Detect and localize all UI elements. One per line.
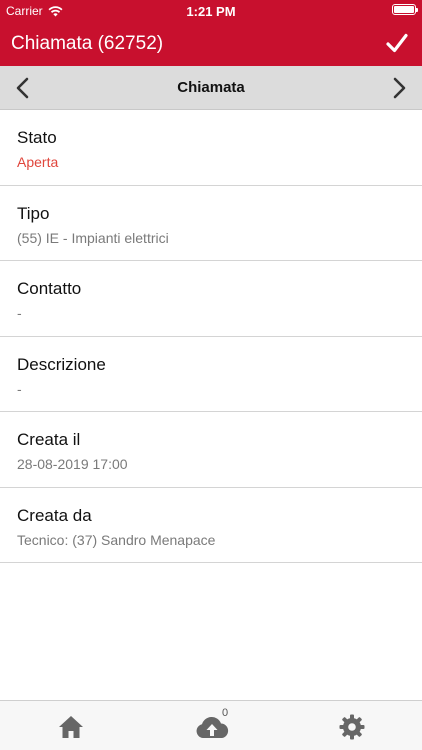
app: Carrier 1:21 PM Chiamata (62752) Chiamat [0,0,422,750]
page-title: Chiamata (62752) [11,33,164,54]
detail-list: Stato Aperta Tipo (55) IE - Impianti ele… [0,110,422,563]
field-label: Contatto [17,279,82,298]
checkmark-icon[interactable] [386,32,408,54]
status-time: 1:21 PM [186,4,236,19]
field-creata-il[interactable]: Creata il 28-08-2019 17:00 [0,412,422,488]
upload-count-badge: 0 [222,707,229,719]
field-label: Descrizione [17,354,106,374]
status-value: Aperta [17,154,59,170]
chevron-right-icon[interactable] [390,77,408,99]
field-creata-da[interactable]: Creata da Tecnico: (37) Sandro Menapace [0,488,422,563]
field-stato[interactable]: Stato Aperta [0,110,422,186]
app-header: Carrier 1:21 PM Chiamata (62752) [0,0,422,66]
status-bar: Carrier 1:21 PM [0,0,422,22]
status-right [392,4,418,15]
field-value: - [17,380,22,397]
home-icon[interactable] [57,713,85,741]
nav-bar: Chiamata (62752) [0,22,422,66]
record-navigator: Chiamata [0,66,422,110]
field-contatto[interactable]: Contatto - [0,261,422,337]
field-label: Creata da [17,505,92,525]
tab-bar: 0 [0,700,422,750]
field-tipo[interactable]: Tipo (55) IE - Impianti elettrici [0,186,422,261]
field-value: 28-08-2019 17:00 [17,456,128,472]
field-label: Stato [17,128,57,147]
field-value: (55) IE - Impianti elettrici [17,229,169,246]
section-title: Chiamata [177,79,245,96]
field-label: Tipo [17,203,50,223]
battery-icon [392,4,418,15]
gear-icon[interactable] [338,713,366,741]
field-label: Creata il [17,430,81,449]
field-value: - [17,305,22,321]
field-value: Tecnico: (37) Sandro Menapace [17,531,216,548]
field-descrizione[interactable]: Descrizione - [0,337,422,412]
